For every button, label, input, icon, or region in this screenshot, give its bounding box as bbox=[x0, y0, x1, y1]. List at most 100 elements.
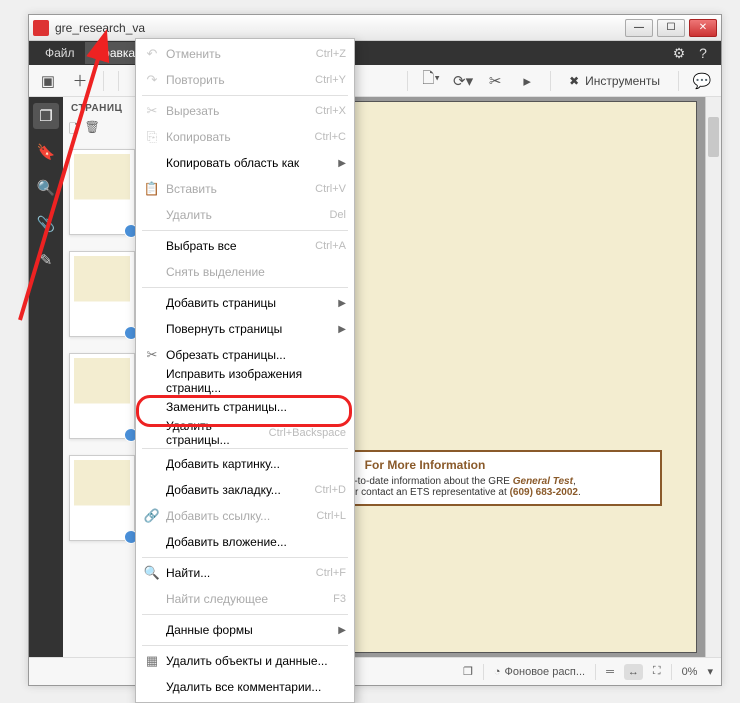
thumb-delete-icon[interactable]: 🗑 bbox=[85, 120, 100, 141]
fullscreen-icon[interactable]: ⛶ bbox=[653, 665, 661, 678]
menu-item-shortcut: Ctrl+Z bbox=[316, 48, 346, 60]
tools-button[interactable]: ✖ Инструменты bbox=[561, 68, 668, 94]
layout-glyph-icon: ◔ bbox=[494, 666, 501, 678]
menu-item-shortcut: Ctrl+D bbox=[315, 484, 346, 496]
menu-item-label: Добавить страницы bbox=[162, 296, 338, 310]
menu-item-label: Отменить bbox=[162, 47, 316, 61]
vertical-scrollbar[interactable] bbox=[705, 97, 721, 657]
minimize-button[interactable]: — bbox=[625, 19, 653, 37]
menu-item[interactable]: Добавить страницы▶ bbox=[136, 290, 354, 316]
bookmarks-tab-icon[interactable]: 🔖 bbox=[33, 139, 59, 165]
menu-item[interactable]: Выбрать всеCtrl+A bbox=[136, 233, 354, 259]
submenu-arrow-icon: ▶ bbox=[338, 324, 346, 335]
new-tab-button[interactable]: ▣ bbox=[35, 68, 61, 94]
zoom-value[interactable]: 0% bbox=[682, 666, 698, 678]
menu-item-shortcut: Ctrl+F bbox=[316, 567, 346, 579]
menu-item-shortcut: Ctrl+Backspace bbox=[269, 427, 346, 439]
fit-width-icon[interactable]: ═ bbox=[606, 666, 614, 678]
signatures-tab-icon[interactable]: ✎ bbox=[33, 247, 59, 273]
layout-mode-icon[interactable]: ❐ bbox=[463, 665, 473, 678]
toolbar: ▣ ＋ 🗋▾ ⟳▾ ✂ ▸ ✖ Инструменты 💬 bbox=[29, 65, 721, 97]
menu-item-label: Добавить картинку... bbox=[162, 457, 346, 471]
close-button[interactable]: ✕ bbox=[689, 19, 717, 37]
help-icon[interactable]: ? bbox=[691, 41, 715, 65]
menu-item-label: Копировать область как bbox=[162, 156, 338, 170]
thumbnails-header: СТРАНИЦ bbox=[71, 103, 122, 114]
attachments-tab-icon[interactable]: 📎 bbox=[33, 211, 59, 237]
menubar: Файл Правка ⚙ ? bbox=[29, 41, 721, 65]
page-add-icon[interactable]: 🗋▾ bbox=[418, 68, 444, 94]
menu-item[interactable]: 🔍Найти...Ctrl+F bbox=[136, 560, 354, 586]
menu-item: УдалитьDel bbox=[136, 202, 354, 228]
menu-item-label: Добавить закладку... bbox=[162, 483, 315, 497]
pages-tab-icon[interactable]: ❐ bbox=[33, 103, 59, 129]
fit-page-icon[interactable]: ↔ bbox=[624, 664, 643, 680]
menu-item-label: Удалить страницы... bbox=[162, 419, 269, 447]
comment-icon[interactable]: 💬 bbox=[689, 68, 715, 94]
menu-item[interactable]: Данные формы▶ bbox=[136, 617, 354, 643]
menu-item-shortcut: Ctrl+Y bbox=[315, 74, 346, 86]
menu-item-icon: ↷ bbox=[142, 72, 162, 88]
menu-item-icon: 🔍 bbox=[142, 565, 162, 581]
menu-item-label: Выбрать все bbox=[162, 239, 315, 253]
scrollbar-thumb[interactable] bbox=[708, 117, 719, 157]
menu-item[interactable]: ▦Удалить объекты и данные... bbox=[136, 648, 354, 674]
menu-item: 🔗Добавить ссылку...Ctrl+L bbox=[136, 503, 354, 529]
statusbar: ❐ ◔ Фоновое расп... ═ ↔ ⛶ 0% ▾ bbox=[29, 657, 721, 685]
titlebar: gre_research_va — ☐ ✕ bbox=[29, 15, 721, 41]
menu-item-label: Данные формы bbox=[162, 623, 338, 637]
page-thumbnail[interactable] bbox=[69, 455, 135, 541]
menu-item-icon: ✂ bbox=[142, 103, 162, 119]
menu-item-icon: ✂ bbox=[142, 347, 162, 363]
crop-icon[interactable]: ✂ bbox=[482, 68, 508, 94]
menu-item: ↶ОтменитьCtrl+Z bbox=[136, 41, 354, 67]
menu-item[interactable]: Добавить картинку... bbox=[136, 451, 354, 477]
maximize-button[interactable]: ☐ bbox=[657, 19, 685, 37]
menu-item-label: Повернуть страницы bbox=[162, 322, 338, 336]
settings-icon[interactable]: ⚙ bbox=[667, 41, 691, 65]
search-tab-icon[interactable]: 🔍 bbox=[33, 175, 59, 201]
menu-item[interactable]: ✂Обрезать страницы... bbox=[136, 342, 354, 368]
menu-item-shortcut: Ctrl+L bbox=[316, 510, 346, 522]
overflow-icon[interactable]: ▸ bbox=[514, 68, 540, 94]
menu-item-icon: 📋 bbox=[142, 181, 162, 197]
menu-item-label: Удалить объекты и данные... bbox=[162, 654, 346, 668]
add-button[interactable]: ＋ bbox=[67, 68, 93, 94]
zoom-dropdown-icon[interactable]: ▾ bbox=[707, 665, 713, 678]
app-icon bbox=[33, 20, 49, 36]
menu-item[interactable]: Добавить вложение... bbox=[136, 529, 354, 555]
layout-dropdown[interactable]: ◔ Фоновое расп... bbox=[494, 666, 585, 678]
menu-item[interactable]: Добавить закладку...Ctrl+D bbox=[136, 477, 354, 503]
window-title: gre_research_va bbox=[55, 21, 625, 35]
menu-item-shortcut: Del bbox=[329, 209, 346, 221]
menu-item-shortcut: Ctrl+A bbox=[315, 240, 346, 252]
thumb-add-icon[interactable]: 🗋 bbox=[69, 120, 79, 141]
menu-item-icon: 🔗 bbox=[142, 508, 162, 524]
menu-item[interactable]: Удалить страницы...Ctrl+Backspace bbox=[136, 420, 354, 446]
menu-item-label: Найти... bbox=[162, 566, 316, 580]
sidebar: ❐ 🔖 🔍 📎 ✎ bbox=[29, 97, 63, 657]
menu-item: 📋ВставитьCtrl+V bbox=[136, 176, 354, 202]
menu-item-shortcut: Ctrl+V bbox=[315, 183, 346, 195]
menu-item: ↷ПовторитьCtrl+Y bbox=[136, 67, 354, 93]
tools-icon: ✖ bbox=[569, 74, 579, 88]
menu-item-shortcut: F3 bbox=[333, 593, 346, 605]
menu-item-label: Исправить изображения страниц... bbox=[162, 367, 346, 395]
menu-item[interactable]: Исправить изображения страниц... bbox=[136, 368, 354, 394]
menu-item-icon: ↶ bbox=[142, 46, 162, 62]
menu-item-label: Вырезать bbox=[162, 104, 315, 118]
page-thumbnail[interactable] bbox=[69, 251, 135, 337]
menu-item[interactable]: Удалить все комментарии... bbox=[136, 674, 354, 700]
menu-item[interactable]: Копировать область как▶ bbox=[136, 150, 354, 176]
menu-file[interactable]: Файл bbox=[35, 42, 85, 64]
menu-item-label: Добавить ссылку... bbox=[162, 509, 316, 523]
submenu-arrow-icon: ▶ bbox=[338, 625, 346, 636]
menu-item[interactable]: Повернуть страницы▶ bbox=[136, 316, 354, 342]
page-thumbnail[interactable] bbox=[69, 149, 135, 235]
menu-item[interactable]: Заменить страницы... bbox=[136, 394, 354, 420]
page-thumbnail[interactable] bbox=[69, 353, 135, 439]
menu-item-icon: ▦ bbox=[142, 653, 162, 669]
menu-item-shortcut: Ctrl+X bbox=[315, 105, 346, 117]
rotate-icon[interactable]: ⟳▾ bbox=[450, 68, 476, 94]
menu-item-label: Обрезать страницы... bbox=[162, 348, 346, 362]
